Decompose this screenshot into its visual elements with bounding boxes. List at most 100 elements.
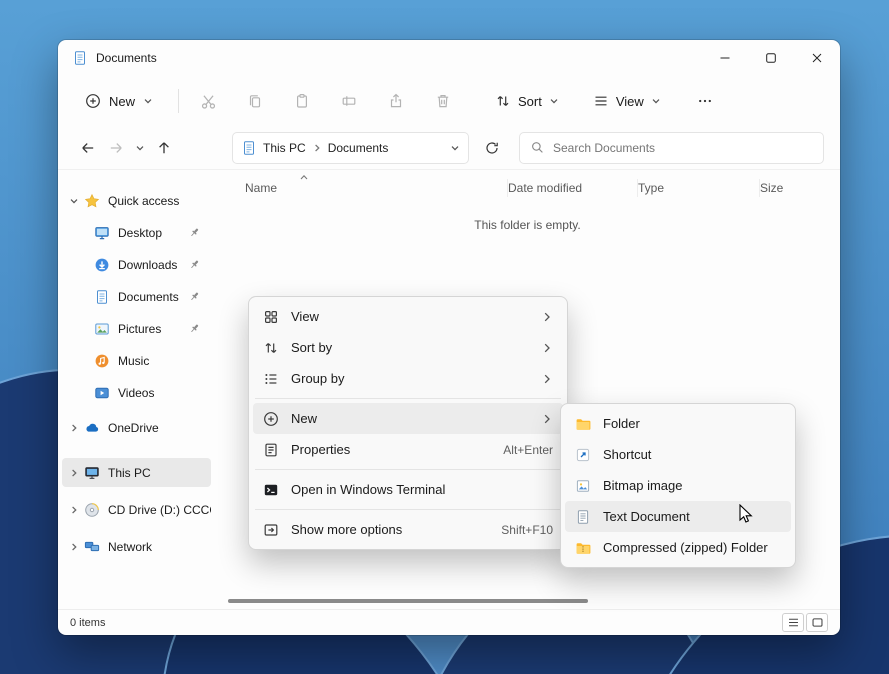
submenu-chevron-icon <box>544 343 550 352</box>
expand-chevron-right-icon[interactable] <box>66 423 82 433</box>
column-headers: Name Date modified Type Size <box>215 174 840 202</box>
navigation-pane: Quick access Desktop Downloads Documents… <box>58 170 215 609</box>
group-by-icon <box>263 371 279 387</box>
delete-button[interactable] <box>424 84 462 118</box>
column-header-name[interactable]: Name <box>245 179 508 197</box>
shortcut-icon <box>575 447 591 463</box>
pin-icon <box>191 324 199 332</box>
view-button[interactable]: View <box>583 86 671 116</box>
submenu-item-text-document[interactable]: Text Document <box>565 501 791 532</box>
sidebar-item-this-pc[interactable]: This PC <box>62 458 211 487</box>
minimize-button[interactable] <box>702 40 748 76</box>
menu-item-label: Show more options <box>291 522 403 537</box>
this-pc-icon <box>85 466 99 479</box>
copy-icon <box>249 95 261 108</box>
close-button[interactable] <box>794 40 840 76</box>
context-menu-item-view[interactable]: View <box>253 301 563 332</box>
sidebar-item-network[interactable]: Network <box>62 532 211 561</box>
properties-icon <box>263 442 279 458</box>
sidebar-item-videos[interactable]: Videos <box>62 378 211 407</box>
context-menu-item-sort-by[interactable]: Sort by <box>253 332 563 363</box>
sidebar-item-label: Music <box>118 353 150 368</box>
context-menu-item-open-in-windows-terminal[interactable]: Open in Windows Terminal <box>253 474 563 505</box>
address-bar[interactable]: This PC Documents <box>232 131 469 164</box>
expand-chevron-right-icon[interactable] <box>66 542 82 552</box>
sidebar-item-quick-access[interactable]: Quick access <box>62 186 211 215</box>
context-menu-item-properties[interactable]: Properties Alt+Enter <box>253 434 563 465</box>
chevron-down-icon <box>652 99 660 104</box>
chevron-down-icon <box>136 145 144 150</box>
view-button-label: View <box>615 93 644 109</box>
context-menu-item-group-by[interactable]: Group by <box>253 363 563 394</box>
plus-circle-icon <box>86 94 100 108</box>
terminal-icon <box>263 482 279 498</box>
breadcrumb-this-pc[interactable]: This PC <box>263 141 306 155</box>
back-button[interactable] <box>74 133 102 163</box>
cd-drive-icon <box>85 502 99 517</box>
see-more-button[interactable] <box>687 84 723 118</box>
window-controls <box>702 40 840 76</box>
expand-chevron-right-icon[interactable] <box>66 505 82 515</box>
forward-button[interactable] <box>102 133 130 163</box>
titlebar: Documents <box>58 40 840 76</box>
paste-button[interactable] <box>283 84 321 118</box>
menu-item-label: Open in Windows Terminal <box>291 482 446 497</box>
address-dropdown-icon[interactable] <box>450 143 460 153</box>
sort-ascending-chevron-icon <box>300 174 308 180</box>
submenu-chevron-icon <box>544 312 550 321</box>
context-menu-item-new[interactable]: New <box>253 403 563 434</box>
submenu-item-compressed-zipped-folder[interactable]: Compressed (zipped) Folder <box>565 532 791 563</box>
sidebar-item-label: Desktop <box>118 225 163 240</box>
menu-item-label: New <box>291 411 318 426</box>
sidebar-item-downloads[interactable]: Downloads <box>62 250 211 279</box>
expand-chevron-right-icon[interactable] <box>66 468 82 478</box>
new-button[interactable]: New <box>74 86 164 116</box>
submenu-item-bitmap-image[interactable]: Bitmap image <box>565 470 791 501</box>
back-arrow-icon <box>82 142 94 153</box>
details-view-icon <box>788 618 798 627</box>
copy-button[interactable] <box>236 84 274 118</box>
rename-button[interactable] <box>330 84 368 118</box>
details-view-button[interactable] <box>782 613 804 632</box>
sidebar-item-music[interactable]: Music <box>62 346 211 375</box>
share-button[interactable] <box>377 84 415 118</box>
large-icons-view-button[interactable] <box>806 613 828 632</box>
column-header-type[interactable]: Type <box>638 179 760 197</box>
onedrive-cloud-icon <box>86 423 99 432</box>
sidebar-item-label: Videos <box>118 385 155 400</box>
large-icons-view-icon <box>812 618 822 627</box>
documents-icon <box>97 289 107 304</box>
sidebar-item-label: OneDrive <box>108 420 159 435</box>
breadcrumb-documents[interactable]: Documents <box>328 141 389 155</box>
star-icon <box>84 193 100 207</box>
sidebar-item-desktop[interactable]: Desktop <box>62 218 211 247</box>
sort-button[interactable]: Sort <box>485 86 569 116</box>
refresh-button[interactable] <box>477 133 507 163</box>
recent-locations-button[interactable] <box>130 133 150 163</box>
command-bar: New Sort View <box>58 76 840 126</box>
trash-icon <box>437 95 449 108</box>
column-header-date-modified[interactable]: Date modified <box>508 179 638 197</box>
network-icon <box>84 541 100 551</box>
search-input[interactable] <box>553 140 813 155</box>
item-count: 0 items <box>70 616 106 629</box>
submenu-item-folder[interactable]: Folder <box>565 408 791 439</box>
horizontal-scrollbar-thumb[interactable] <box>228 599 588 603</box>
close-icon <box>812 53 822 63</box>
sidebar-item-documents[interactable]: Documents <box>62 282 211 311</box>
window-title: Documents <box>96 51 157 65</box>
up-button[interactable] <box>150 133 178 163</box>
ellipsis-icon <box>698 99 711 103</box>
cut-button[interactable] <box>189 84 227 118</box>
submenu-item-shortcut[interactable]: Shortcut <box>565 439 791 470</box>
maximize-button[interactable] <box>748 40 794 76</box>
context-menu-item-show-more-options[interactable]: Show more options Shift+F10 <box>253 514 563 545</box>
pin-icon <box>191 292 199 300</box>
expand-chevron-down-icon[interactable] <box>66 196 82 206</box>
sidebar-item-cd-drive[interactable]: CD Drive (D:) CCCO <box>62 495 211 524</box>
column-header-size[interactable]: Size <box>760 179 836 197</box>
sidebar-item-onedrive[interactable]: OneDrive <box>62 413 211 442</box>
sidebar-item-pictures[interactable]: Pictures <box>62 314 211 343</box>
sort-arrows-icon <box>497 96 509 106</box>
paste-icon <box>297 94 308 108</box>
